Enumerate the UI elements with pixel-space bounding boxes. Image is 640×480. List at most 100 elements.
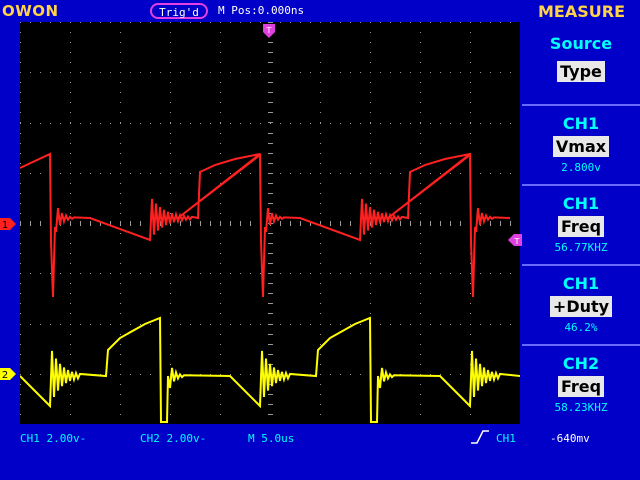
grid-dot (290, 273, 291, 274)
grid-dot (470, 62, 471, 63)
grid-dot (410, 273, 411, 274)
grid-dot (310, 224, 311, 225)
grid-dot (170, 213, 171, 214)
grid-dot (420, 112, 421, 113)
grid-dot (320, 72, 321, 73)
grid-dot (268, 112, 269, 113)
grid-dot (430, 173, 431, 174)
grid-dot (70, 183, 71, 184)
waveform-display[interactable] (19, 22, 521, 425)
grid-dot (220, 303, 221, 304)
grid-dot (271, 344, 272, 345)
ch2-ground-marker[interactable]: 2 (0, 368, 16, 380)
grid-dot (20, 82, 21, 83)
grid-dot (130, 224, 131, 225)
grid-dot (20, 324, 21, 325)
grid-dot (450, 374, 451, 375)
grid-dot (460, 173, 461, 174)
grid-dot (110, 223, 111, 224)
measure-type: Freq (557, 216, 605, 237)
grid-dot (70, 102, 71, 103)
grid-dot (440, 173, 441, 174)
grid-dot (370, 102, 371, 103)
grid-dot (480, 173, 481, 174)
grid-dot (268, 283, 269, 284)
grid-dot (430, 224, 431, 225)
grid-dot (260, 273, 261, 274)
grid-dot (60, 173, 61, 174)
grid-dot (269, 173, 270, 174)
grid-dot (190, 72, 191, 73)
grid-dot (420, 221, 421, 222)
rising-edge-icon (471, 430, 489, 444)
grid-dot (190, 225, 191, 226)
grid-dot (170, 324, 171, 325)
grid-dot (360, 123, 361, 124)
grid-dot (140, 22, 141, 23)
grid-dot (272, 293, 273, 294)
grid-dot (271, 143, 272, 144)
grid-dot (200, 72, 201, 73)
source-type-cell[interactable]: Source Type (522, 22, 640, 104)
grid-dot (269, 334, 270, 335)
grid-dot (80, 223, 81, 224)
type-button[interactable]: Type (557, 61, 605, 82)
grid-dot (70, 72, 71, 73)
trigger-level-marker[interactable]: T (508, 234, 522, 246)
grid-dot (70, 112, 71, 113)
grid-dot (400, 273, 401, 274)
ch1-ground-marker[interactable]: 1 (0, 218, 16, 230)
grid-dot (440, 72, 441, 73)
grid-dot (460, 22, 461, 23)
grid-dot (190, 273, 191, 274)
grid-dot (271, 324, 272, 325)
grid-dot (220, 52, 221, 53)
measure-item-2[interactable]: CH1 Freq 56.77KHZ (522, 184, 640, 264)
grid-dot (220, 313, 221, 314)
grid-dot (268, 22, 269, 23)
grid-dot (470, 143, 471, 144)
grid-dot (430, 123, 431, 124)
grid-dot (320, 303, 321, 304)
measure-item-4[interactable]: CH2 Freq 58.23KHZ (522, 344, 640, 428)
grid-dot (20, 32, 21, 33)
grid-dot (370, 42, 371, 43)
grid-dot (420, 203, 421, 204)
grid-dot (120, 82, 121, 83)
grid-dot (271, 112, 272, 113)
grid-dot (240, 223, 241, 224)
trigger-position-marker: T (263, 24, 275, 38)
grid-dot (220, 354, 221, 355)
grid-dot (230, 173, 231, 174)
grid-dot (200, 123, 201, 124)
grid-dot (270, 203, 271, 204)
grid-dot (430, 324, 431, 325)
grid-dot (340, 324, 341, 325)
grid-dot (120, 364, 121, 365)
grid-dot (268, 52, 269, 53)
grid-dot (210, 72, 211, 73)
grid-dot (470, 354, 471, 355)
grid-dot (370, 163, 371, 164)
grid-dot (170, 42, 171, 43)
grid-dot (440, 22, 441, 23)
grid-dot (220, 123, 221, 124)
grid-dot (510, 72, 511, 73)
measure-item-3[interactable]: CH1 +Duty 46.2% (522, 264, 640, 344)
measure-item-1[interactable]: CH1 Vmax 2.800v (522, 104, 640, 184)
grid-dot (110, 123, 111, 124)
grid-dot (380, 324, 381, 325)
grid-dot (510, 224, 511, 225)
grid-dot (20, 153, 21, 154)
grid-dot (240, 224, 241, 225)
grid-dot (500, 72, 501, 73)
grid-dot (270, 183, 271, 184)
grid-dot (271, 334, 272, 335)
grid-dot (110, 273, 111, 274)
grid-dot (80, 22, 81, 23)
grid-dot (240, 221, 241, 222)
grid-dot (20, 263, 21, 264)
grid-dot (420, 62, 421, 63)
grid-dot (450, 273, 451, 274)
grid-dot (20, 394, 21, 395)
